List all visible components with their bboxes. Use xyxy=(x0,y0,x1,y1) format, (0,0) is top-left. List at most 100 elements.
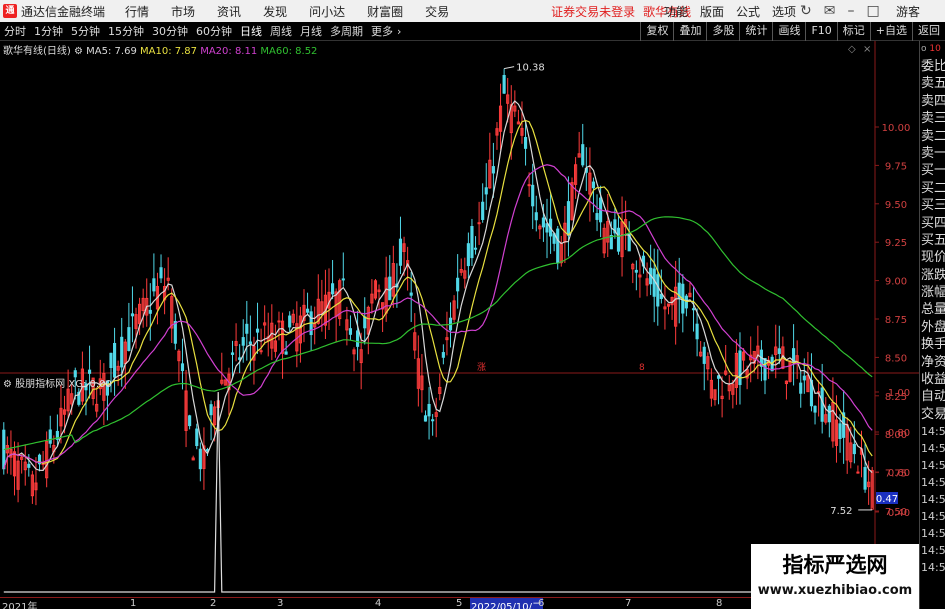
refresh-icon[interactable]: ↻ xyxy=(800,3,812,19)
candle-body xyxy=(827,405,831,423)
period-multi[interactable]: 多周期 xyxy=(326,23,367,39)
tongji-button[interactable]: 统计 xyxy=(739,22,772,41)
candle-body xyxy=(148,309,152,314)
back-button[interactable]: 返回 xyxy=(912,22,945,41)
period-weekly[interactable]: 周线 xyxy=(266,23,296,39)
period-more[interactable]: 更多 xyxy=(367,23,397,39)
indicator-name: 股朋指标网 xyxy=(15,379,66,390)
period-15min[interactable]: 15分钟 xyxy=(104,23,148,39)
candle-body xyxy=(466,243,470,267)
candle-body xyxy=(48,429,52,444)
candle-body xyxy=(245,323,249,334)
period-60min[interactable]: 60分钟 xyxy=(192,23,236,39)
panel-top-icon[interactable]: o xyxy=(921,44,927,54)
candle-body xyxy=(477,222,481,225)
add-watchlist-button[interactable]: +自选 xyxy=(869,22,912,41)
quote-field: 换手 xyxy=(921,337,945,353)
candle-body xyxy=(209,404,213,416)
high-label: 10.38 xyxy=(516,63,545,74)
menu-gongneng[interactable]: 功能 xyxy=(664,3,688,20)
guest-login[interactable]: 游客 xyxy=(896,3,920,20)
f10-button[interactable]: F10 xyxy=(805,22,836,41)
ma5-label: MA5: 7.69 xyxy=(86,46,137,57)
candle-body xyxy=(531,184,535,207)
chart-area[interactable]: 10.009.759.509.259.008.758.508.258.007.7… xyxy=(0,41,919,597)
candle-body xyxy=(473,247,478,250)
candle-body xyxy=(634,269,638,273)
tick-time: 14:56 xyxy=(921,493,945,507)
site-watermark: 指标严选网 www.xuezhibiao.com xyxy=(751,544,919,609)
settings-icon[interactable]: ⚙ xyxy=(3,379,12,390)
panel-level-icon: 10 xyxy=(929,44,941,54)
candle-body xyxy=(130,313,135,317)
menu-wenxiaoda[interactable]: 问小达 xyxy=(309,3,345,20)
maximize-icon[interactable]: □ xyxy=(866,3,879,19)
low-label: 7.52 xyxy=(830,506,852,517)
candle-body xyxy=(356,330,360,347)
rise-marker: 涨 xyxy=(477,362,486,373)
menu-zixun[interactable]: 资讯 xyxy=(217,3,241,20)
huaxian-button[interactable]: 画线 xyxy=(772,22,805,41)
candle-body xyxy=(113,342,117,378)
current-value-label: 0.47 xyxy=(876,494,898,505)
watermark-title: 指标严选网 xyxy=(782,553,888,577)
candle-body xyxy=(431,419,435,422)
candle-body xyxy=(502,74,506,94)
candle-body xyxy=(595,213,599,220)
candle-body xyxy=(284,351,288,355)
app-name: 通达信金融终端 xyxy=(21,4,106,19)
candle-body xyxy=(656,274,660,307)
candle-body xyxy=(277,320,281,323)
period-fenshi[interactable]: 分时 xyxy=(0,23,30,39)
y-tick-label: 8.50 xyxy=(885,353,907,364)
menu-jiaoyi[interactable]: 交易 xyxy=(425,3,449,20)
period-1min[interactable]: 1分钟 xyxy=(30,23,67,39)
quote-field: 净资 xyxy=(921,354,945,370)
menu-caifuquan[interactable]: 财富圈 xyxy=(367,3,403,20)
month-tick: 2 xyxy=(210,598,217,609)
candle-body xyxy=(534,212,538,221)
period-30min[interactable]: 30分钟 xyxy=(148,23,192,39)
more-chevron-icon[interactable]: › xyxy=(397,25,401,38)
candle-body xyxy=(591,181,596,189)
fuquan-button[interactable]: 复权 xyxy=(640,22,673,41)
candle-body xyxy=(127,327,131,351)
diejia-button[interactable]: 叠加 xyxy=(673,22,706,41)
candle-body xyxy=(545,223,549,233)
candle-body xyxy=(523,137,528,149)
cursor-date-label: 2022/05/10/二 xyxy=(470,598,544,609)
candle-body xyxy=(609,235,613,250)
candle-body xyxy=(738,350,742,386)
month-tick: 2021年 xyxy=(2,602,38,609)
indicator-y-tick-label: 0.80 xyxy=(888,428,910,439)
indicator-y-tick-label: 0.40 xyxy=(888,508,910,519)
minimize-icon[interactable]: – xyxy=(847,3,854,19)
menu-shichang[interactable]: 市场 xyxy=(171,3,195,20)
menu-hangqing[interactable]: 行情 xyxy=(125,3,149,20)
login-notice[interactable]: 证券交易未登录 xyxy=(551,3,635,20)
quote-field: 外盘 xyxy=(921,319,945,335)
quote-field: 买三 xyxy=(921,198,945,214)
settings-icon[interactable]: ⚙ xyxy=(74,46,83,57)
period-monthly[interactable]: 月线 xyxy=(296,23,326,39)
candle-body xyxy=(481,201,485,220)
message-icon[interactable]: ✉ xyxy=(824,3,836,19)
period-daily[interactable]: 日线 xyxy=(236,23,266,39)
period-5min[interactable]: 5分钟 xyxy=(67,23,104,39)
candle-body xyxy=(556,228,560,264)
main-chart-header: 歌华有线(日线) ⚙ MA5: 7.69 MA10: 7.87 MA20: 8.… xyxy=(3,42,317,57)
biaoji-button[interactable]: 标记 xyxy=(836,22,870,41)
quote-field: 现价 xyxy=(921,250,945,266)
quote-field: 买四 xyxy=(921,215,945,231)
quote-field: 收益 xyxy=(921,372,945,388)
candle-body xyxy=(288,315,292,328)
candle-body xyxy=(852,443,856,455)
menu-faxian[interactable]: 发现 xyxy=(263,3,287,20)
quote-field: 买二 xyxy=(921,180,945,196)
month-tick: 8 xyxy=(716,598,723,609)
menu-banmian[interactable]: 版面 xyxy=(700,3,724,20)
duogu-button[interactable]: 多股 xyxy=(706,22,739,41)
candle-body xyxy=(838,423,842,439)
y-tick-label: 9.75 xyxy=(885,161,907,172)
menu-gongshi[interactable]: 公式 xyxy=(736,3,760,20)
